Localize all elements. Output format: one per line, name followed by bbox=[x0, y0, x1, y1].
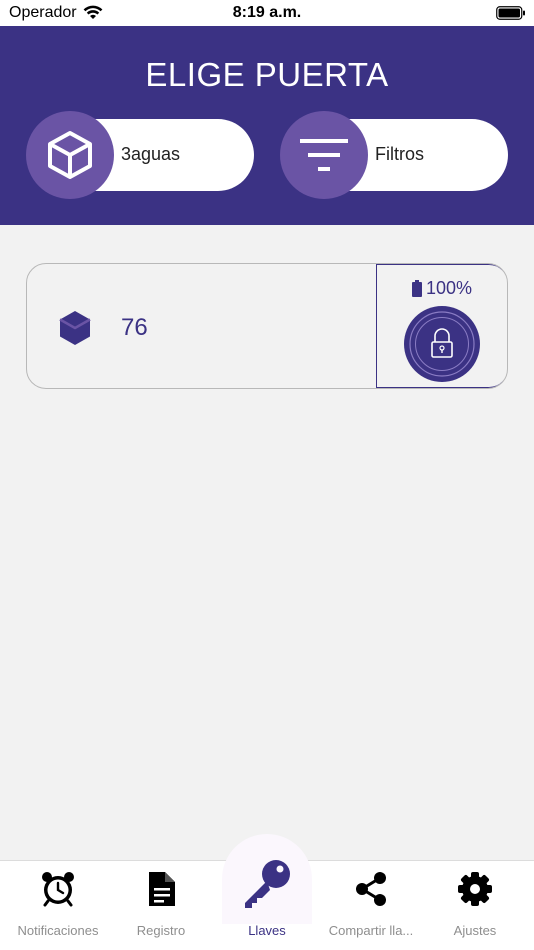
battery-full-icon bbox=[412, 280, 422, 297]
tab-notificaciones-label: Notificaciones bbox=[17, 923, 99, 938]
tab-llaves-label: Llaves bbox=[248, 923, 286, 938]
unlock-button[interactable] bbox=[404, 306, 480, 382]
door-number: 76 bbox=[121, 314, 148, 341]
cube-icon bbox=[48, 131, 92, 179]
page-title: ELIGE PUERTA bbox=[145, 56, 389, 93]
tab-registro-label: Registro bbox=[136, 923, 186, 938]
tab-compartir[interactable]: Compartir lla... bbox=[318, 861, 424, 950]
tab-notificaciones[interactable]: Notificaciones bbox=[5, 861, 111, 950]
door-selector-label: 3aguas bbox=[121, 144, 181, 164]
share-icon bbox=[356, 872, 386, 906]
alarm-clock-icon bbox=[42, 872, 74, 907]
battery-percentage: 100% bbox=[426, 278, 473, 298]
status-bar: Operador 8:19 a.m. bbox=[0, 0, 534, 26]
lock-panel: 100% bbox=[376, 264, 507, 388]
tab-compartir-label: Compartir lla... bbox=[328, 923, 414, 938]
document-icon bbox=[149, 872, 175, 906]
key-icon bbox=[245, 860, 290, 908]
tab-ajustes[interactable]: Ajustes bbox=[422, 861, 528, 950]
door-selector-icon-circle bbox=[26, 111, 114, 199]
door-selector-button[interactable]: 3aguas bbox=[26, 111, 254, 199]
tab-llaves[interactable]: Llaves bbox=[214, 860, 320, 950]
filter-icon-circle bbox=[280, 111, 368, 199]
tab-ajustes-label: Ajustes bbox=[453, 923, 497, 938]
door-card[interactable]: 76 100% bbox=[26, 263, 508, 389]
battery-icon bbox=[496, 6, 525, 20]
filter-label: Filtros bbox=[375, 144, 424, 164]
tab-registro[interactable]: Registro bbox=[108, 861, 214, 950]
filter-button[interactable]: Filtros bbox=[280, 111, 508, 199]
filter-icon bbox=[300, 139, 348, 171]
gear-icon bbox=[458, 872, 492, 906]
tab-bar: Notificaciones Registro Llaves Compartir… bbox=[0, 834, 534, 950]
cube-icon bbox=[59, 311, 91, 345]
padlock-icon bbox=[409, 311, 475, 377]
status-time: 8:19 a.m. bbox=[232, 4, 302, 21]
header: ELIGE PUERTA 3aguas Filtros bbox=[0, 26, 534, 225]
